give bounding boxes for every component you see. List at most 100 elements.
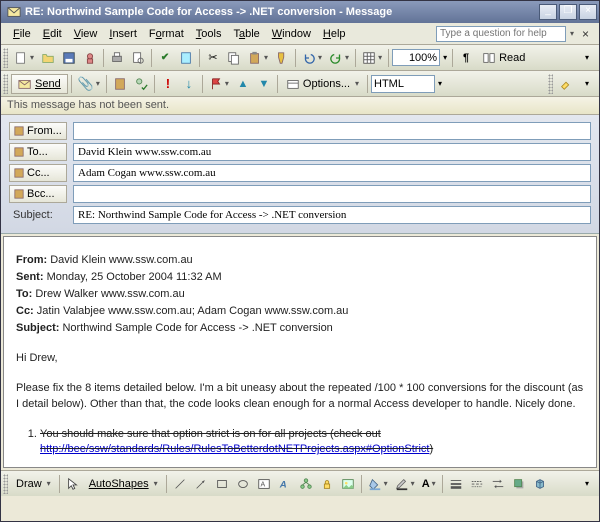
check-names-button[interactable] bbox=[131, 74, 151, 94]
arrow-tool-button[interactable] bbox=[191, 474, 211, 494]
menu-help[interactable]: Help bbox=[317, 26, 352, 42]
save-button[interactable] bbox=[59, 48, 79, 68]
cc-input[interactable] bbox=[73, 164, 591, 182]
standard-toolbar: ✔ ✂ ▾ ¶ Read ▾ bbox=[1, 45, 599, 71]
toolbar-grip[interactable] bbox=[3, 474, 8, 494]
importance-low-button[interactable]: ↓ bbox=[179, 74, 199, 94]
dash-style-button[interactable] bbox=[467, 474, 487, 494]
info-bar: This message has not been sent. bbox=[1, 97, 599, 115]
select-objects-button[interactable] bbox=[63, 474, 83, 494]
body-subject-value: Northwind Sample Code for Access -> .NET… bbox=[62, 322, 332, 334]
bcc-button[interactable]: Bcc... bbox=[9, 185, 67, 203]
new-button[interactable] bbox=[11, 48, 37, 68]
cut-button[interactable]: ✂ bbox=[203, 48, 223, 68]
read-button[interactable]: Read bbox=[477, 48, 530, 68]
insert-picture-button[interactable] bbox=[338, 474, 358, 494]
menu-close-icon[interactable]: × bbox=[578, 27, 593, 41]
shadow-style-button[interactable] bbox=[509, 474, 529, 494]
svg-text:A: A bbox=[260, 481, 265, 488]
insert-table-button[interactable] bbox=[359, 48, 385, 68]
bcc-input[interactable] bbox=[73, 185, 591, 203]
paste-button[interactable] bbox=[245, 48, 271, 68]
to-button[interactable]: To... bbox=[9, 143, 67, 161]
toolbar-grip[interactable] bbox=[548, 74, 553, 94]
next-item-button[interactable]: ▼ bbox=[254, 74, 274, 94]
list-item: You should make sure that option strict … bbox=[40, 427, 584, 459]
flag-button[interactable] bbox=[206, 74, 232, 94]
toolbar-grip[interactable] bbox=[3, 48, 8, 68]
body-cc-label: Cc: bbox=[16, 305, 34, 317]
window-title: RE: Northwind Sample Code for Access -> … bbox=[25, 6, 539, 18]
subject-input[interactable] bbox=[73, 206, 591, 224]
fill-color-button[interactable] bbox=[365, 474, 391, 494]
toolbar-options-icon[interactable]: ▾ bbox=[577, 474, 597, 494]
zoom-input[interactable] bbox=[392, 49, 440, 66]
format-painter-button[interactable] bbox=[272, 48, 292, 68]
menu-format[interactable]: Format bbox=[143, 26, 190, 42]
line-style-button[interactable] bbox=[446, 474, 466, 494]
menu-insert[interactable]: Insert bbox=[103, 26, 143, 42]
open-button[interactable] bbox=[38, 48, 58, 68]
menu-table[interactable]: Table bbox=[227, 26, 265, 42]
print-preview-button[interactable] bbox=[128, 48, 148, 68]
line-tool-button[interactable] bbox=[170, 474, 190, 494]
cc-button[interactable]: Cc... bbox=[9, 164, 67, 182]
spellcheck-button[interactable]: ✔ bbox=[155, 48, 175, 68]
permissions-button[interactable] bbox=[80, 48, 100, 68]
body-cc-value: Jatin Valabjee www.ssw.com.au; Adam Coga… bbox=[37, 305, 349, 317]
redo-button[interactable] bbox=[326, 48, 352, 68]
importance-high-button[interactable]: ! bbox=[158, 74, 178, 94]
toolbar-options-icon[interactable]: ▾ bbox=[577, 74, 597, 94]
previous-item-button[interactable]: ▲ bbox=[233, 74, 253, 94]
draw-menu-button[interactable]: Draw bbox=[11, 474, 56, 494]
autoshapes-button[interactable]: AutoShapes bbox=[84, 474, 163, 494]
rectangle-tool-button[interactable] bbox=[212, 474, 232, 494]
menu-edit[interactable]: Edit bbox=[37, 26, 68, 42]
arrow-style-button[interactable] bbox=[488, 474, 508, 494]
zoom-dropdown-icon[interactable]: ▾ bbox=[441, 53, 449, 62]
help-search-input[interactable] bbox=[436, 26, 566, 42]
print-button[interactable] bbox=[107, 48, 127, 68]
highlight-button[interactable] bbox=[556, 74, 576, 94]
oval-tool-button[interactable] bbox=[233, 474, 253, 494]
research-button[interactable] bbox=[176, 48, 196, 68]
message-format-select[interactable] bbox=[371, 75, 435, 93]
undo-button[interactable] bbox=[299, 48, 325, 68]
body-link[interactable]: http://bee/ssw/standards/Rules/RulesToBe… bbox=[40, 443, 429, 455]
menu-window[interactable]: Window bbox=[266, 26, 317, 42]
3d-style-button[interactable] bbox=[530, 474, 550, 494]
toolbar-options-icon[interactable]: ▾ bbox=[577, 48, 597, 68]
from-button[interactable]: From... bbox=[9, 122, 67, 140]
to-input[interactable] bbox=[73, 143, 591, 161]
font-color-button[interactable]: A bbox=[419, 474, 439, 494]
svg-text:A: A bbox=[278, 479, 286, 490]
body-sent-value: Monday, 25 October 2004 11:32 AM bbox=[47, 271, 222, 283]
clipart-button[interactable] bbox=[317, 474, 337, 494]
body-to-label: To: bbox=[16, 288, 32, 300]
copy-button[interactable] bbox=[224, 48, 244, 68]
address-book-button[interactable] bbox=[110, 74, 130, 94]
message-body[interactable]: From: David Klein www.ssw.com.au Sent: M… bbox=[3, 236, 597, 468]
menu-tools[interactable]: Tools bbox=[190, 26, 228, 42]
show-hide-marks-button[interactable]: ¶ bbox=[456, 48, 476, 68]
body-greeting: Hi Drew, bbox=[16, 351, 584, 367]
attach-button[interactable]: 📎 bbox=[75, 74, 103, 94]
maximize-button[interactable]: ❐ bbox=[559, 4, 577, 20]
title-bar: RE: Northwind Sample Code for Access -> … bbox=[1, 1, 599, 23]
subject-label: Subject: bbox=[9, 209, 67, 221]
menu-file[interactable]: File bbox=[7, 26, 37, 42]
toolbar-grip[interactable] bbox=[3, 74, 8, 94]
close-button[interactable]: × bbox=[579, 4, 597, 20]
minimize-button[interactable]: _ bbox=[539, 4, 557, 20]
drawing-toolbar: Draw AutoShapes A A A ▾ bbox=[1, 470, 599, 496]
help-dropdown-icon[interactable]: ▾ bbox=[570, 29, 574, 38]
format-dropdown-icon[interactable]: ▾ bbox=[436, 79, 444, 88]
from-input[interactable] bbox=[73, 122, 591, 140]
textbox-tool-button[interactable]: A bbox=[254, 474, 274, 494]
wordart-button[interactable]: A bbox=[275, 474, 295, 494]
send-button[interactable]: Send bbox=[11, 74, 68, 94]
menu-view[interactable]: View bbox=[68, 26, 104, 42]
options-button[interactable]: Options... bbox=[281, 74, 364, 94]
diagram-button[interactable] bbox=[296, 474, 316, 494]
line-color-button[interactable] bbox=[392, 474, 418, 494]
